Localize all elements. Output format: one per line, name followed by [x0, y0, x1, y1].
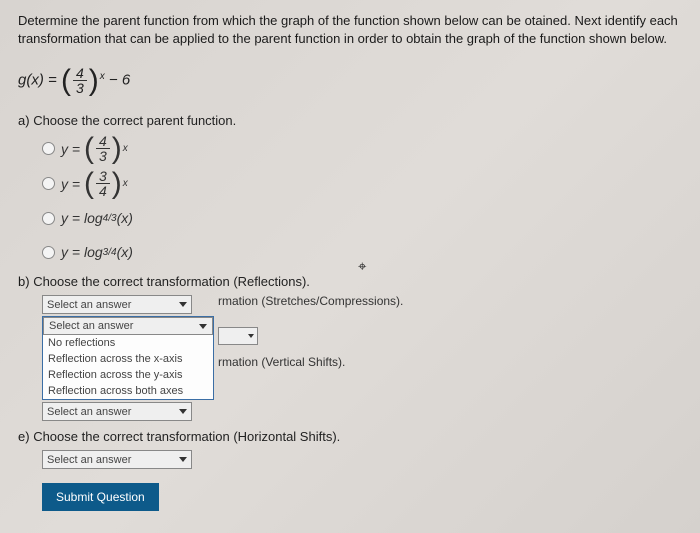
given-equation: g(x) = ( 4 3 ) x − 6 — [18, 66, 682, 95]
option-text: y = log4/3(x) — [61, 210, 133, 226]
part-e-label: e) Choose the correct transformation (Ho… — [18, 429, 682, 444]
part-d-row: rmation (Vertical Shifts). — [218, 355, 403, 369]
option-text: y = ( 4 3 ) x — [61, 134, 128, 163]
problem-instructions: Determine the parent function from which… — [18, 12, 682, 48]
part-d-select[interactable]: Select an answer — [42, 402, 192, 421]
part-a-label: a) Choose the correct parent function. — [18, 113, 682, 128]
part-b-label: b) Choose the correct transformation (Re… — [18, 274, 682, 289]
part-b-dropdown[interactable]: Select an answer No reflections Reflecti… — [42, 316, 214, 400]
part-a-options: y = ( 4 3 ) x y = ( 3 4 ) x — [42, 134, 682, 266]
exponent: x — [100, 71, 105, 82]
part-c-text: rmation (Stretches/Compressions). — [218, 294, 403, 308]
dropdown-item[interactable]: Reflection across both axes — [43, 383, 213, 399]
part-c-row: rmation (Stretches/Compressions). — [218, 294, 403, 308]
part-e-select[interactable]: Select an answer — [42, 450, 192, 469]
dropdown-header[interactable]: Select an answer — [43, 317, 213, 335]
option-2[interactable]: y = ( 3 4 ) x — [42, 169, 682, 198]
submit-button[interactable]: Submit Question — [42, 483, 159, 511]
option-3[interactable]: y = log4/3(x) — [42, 204, 682, 232]
radio-icon[interactable] — [42, 177, 55, 190]
radio-icon[interactable] — [42, 212, 55, 225]
dropdown-item[interactable]: Reflection across the y-axis — [43, 367, 213, 383]
option-1[interactable]: y = ( 4 3 ) x — [42, 134, 682, 163]
dropdown-item[interactable]: No reflections — [43, 335, 213, 351]
left-paren: ( — [61, 69, 71, 93]
radio-icon[interactable] — [42, 246, 55, 259]
part-b-select[interactable]: Select an answer — [42, 295, 192, 314]
fraction: 4 3 — [73, 66, 87, 95]
option-4[interactable]: y = log3/4(x) — [42, 238, 682, 266]
eq-tail: − 6 — [109, 72, 130, 89]
option-text: y = ( 3 4 ) x — [61, 169, 128, 198]
dropdown-item[interactable]: Reflection across the x-axis — [43, 351, 213, 367]
eq-lhs: g(x) = — [18, 72, 57, 89]
right-paren: ) — [89, 69, 99, 93]
radio-icon[interactable] — [42, 142, 55, 155]
part-c-select[interactable] — [218, 327, 258, 345]
part-d-text: rmation (Vertical Shifts). — [218, 355, 345, 369]
option-text: y = log3/4(x) — [61, 244, 133, 260]
